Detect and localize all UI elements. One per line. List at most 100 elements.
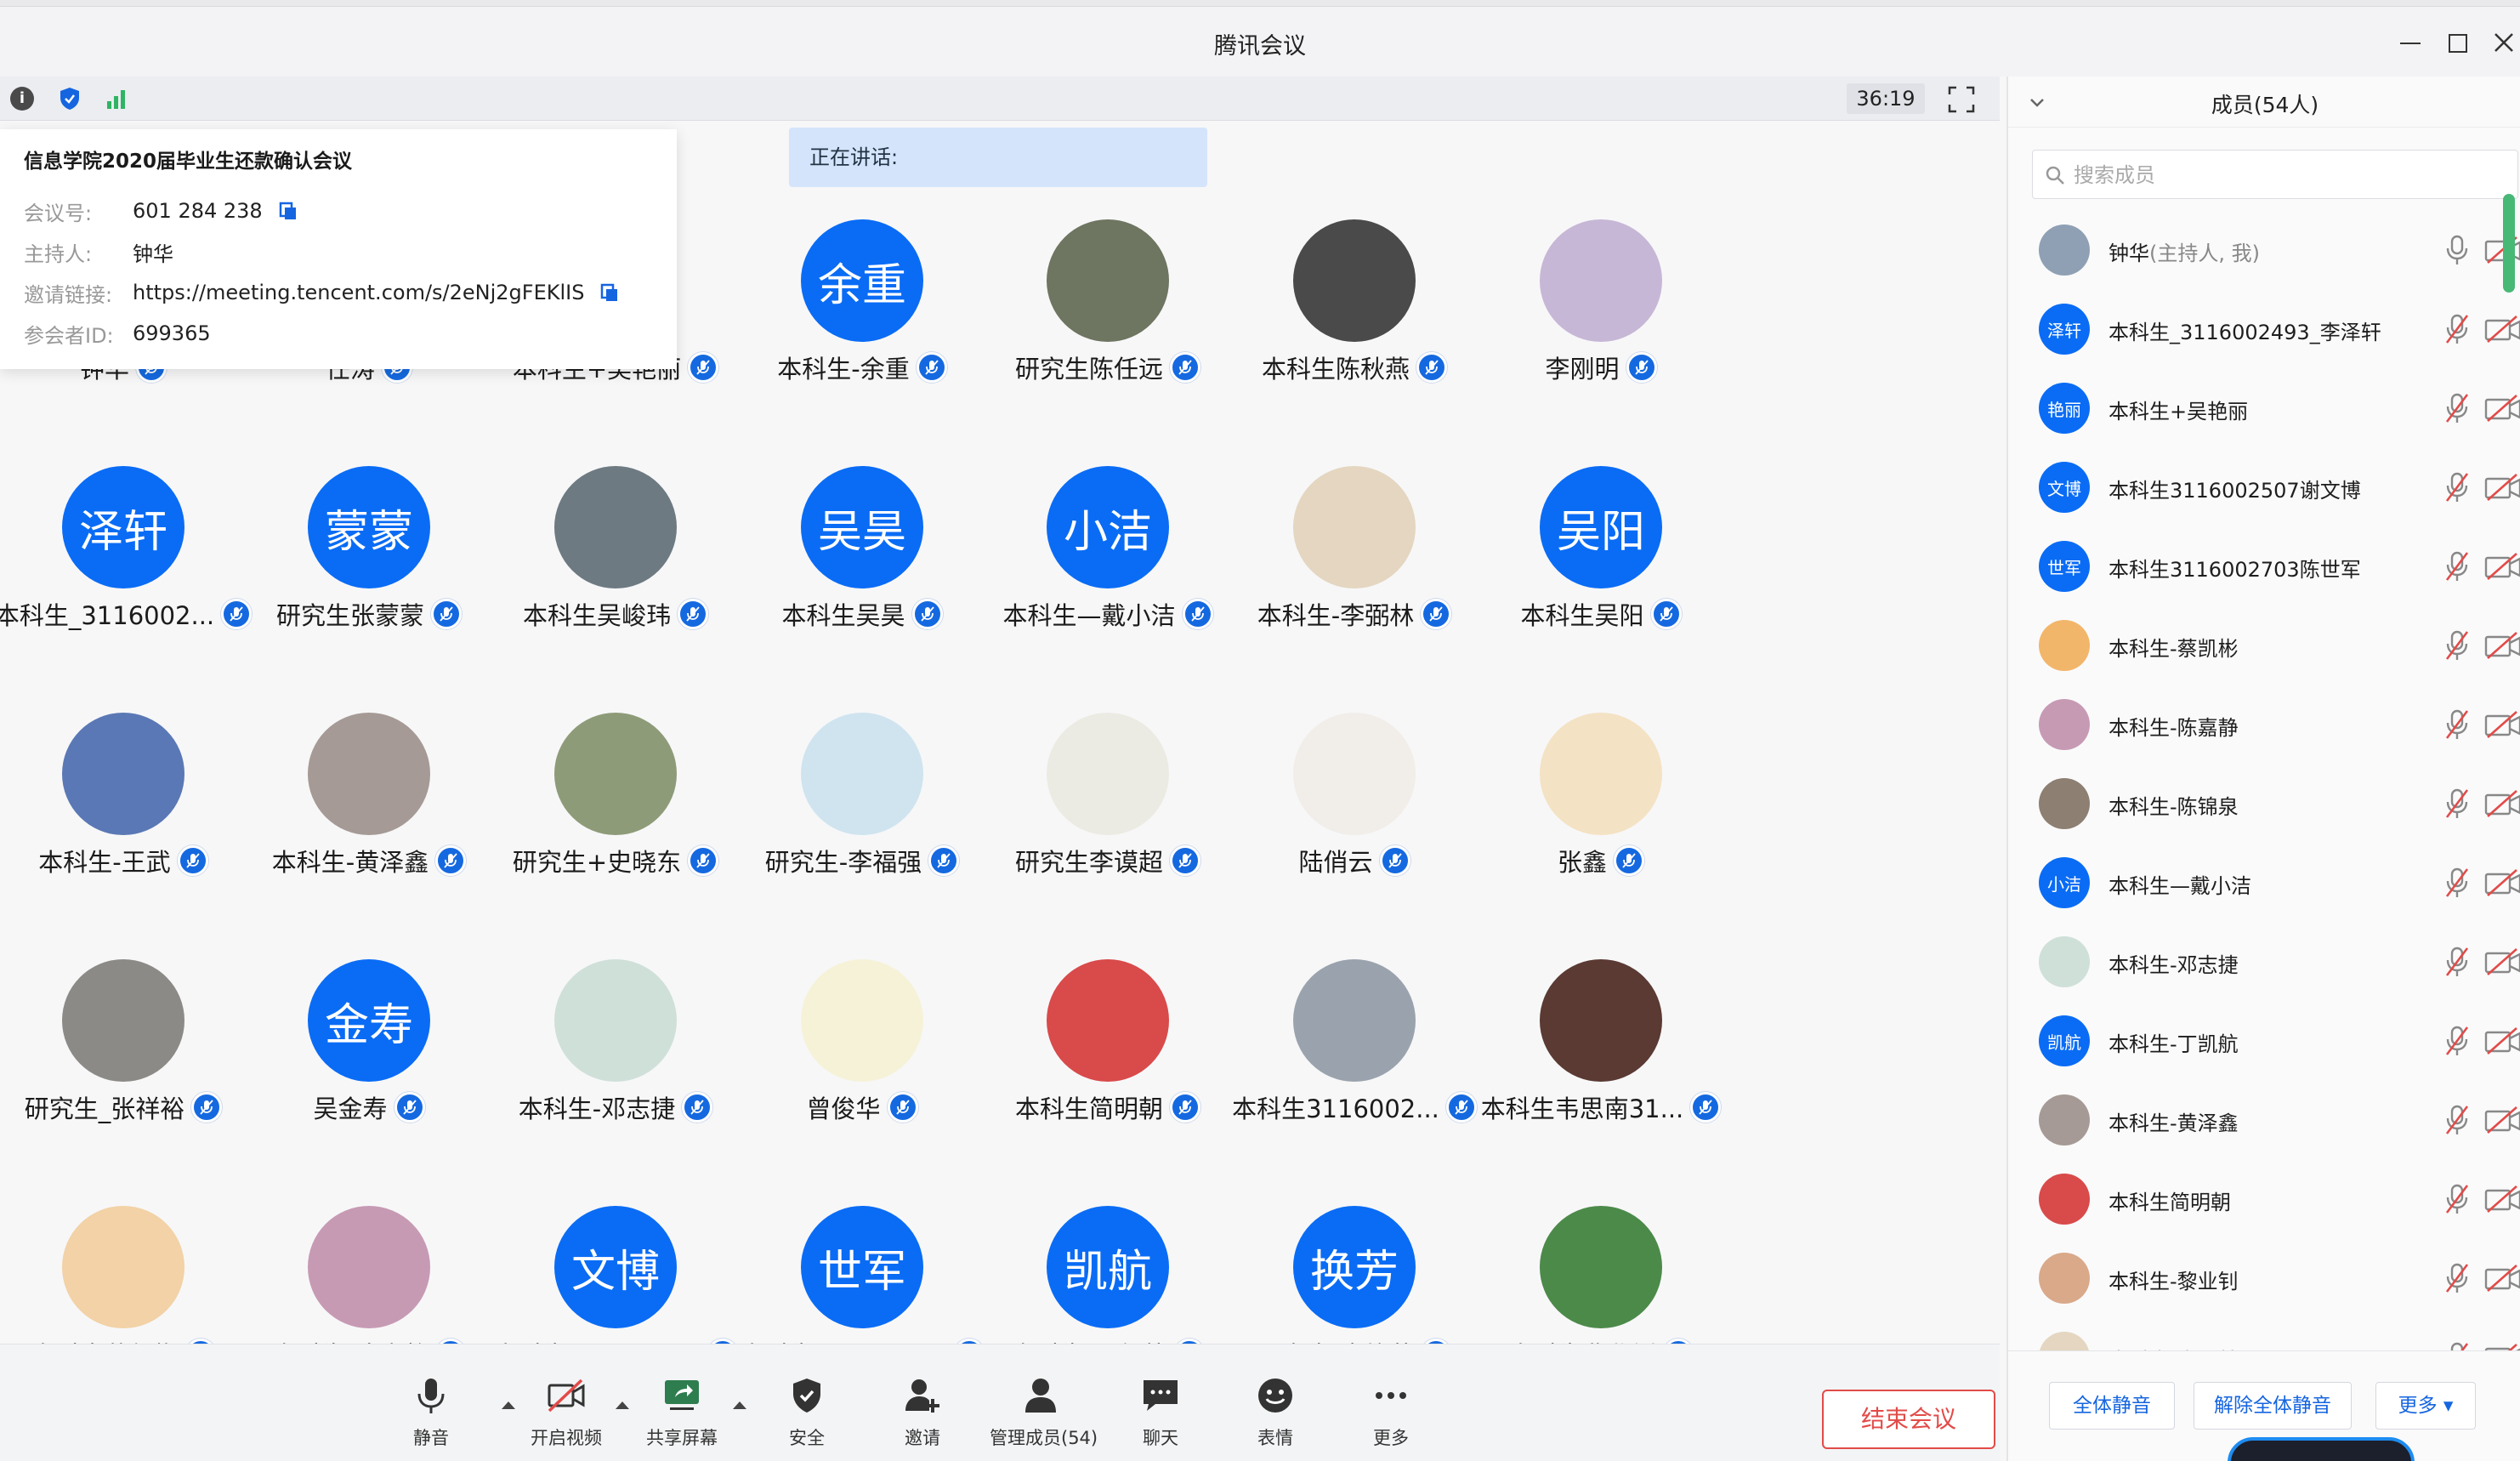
member-list-item[interactable]: 泽轩 本科生_3116002493_李泽轩 bbox=[2008, 292, 2520, 367]
caret-up-icon[interactable] bbox=[614, 1399, 631, 1411]
video-off-icon[interactable] bbox=[2484, 395, 2520, 422]
member-list-item[interactable]: 本科生-邓志捷 bbox=[2008, 924, 2520, 999]
muted-mic-icon[interactable] bbox=[2442, 787, 2472, 821]
fullscreen-button[interactable] bbox=[1947, 85, 1976, 114]
participant-tile[interactable]: 文博本科生3116002... bbox=[492, 1206, 739, 1344]
maximize-button[interactable] bbox=[2440, 26, 2474, 60]
participant-tile[interactable]: 本科生-陈嘉静 bbox=[246, 1206, 492, 1344]
participant-tile[interactable]: 李刚明 bbox=[1478, 219, 1724, 389]
security-status-button[interactable] bbox=[56, 85, 83, 112]
participant-tile[interactable]: 小洁 本科生—戴小洁 bbox=[985, 466, 1231, 636]
share-screen-button[interactable]: 共享屏幕 bbox=[631, 1375, 733, 1453]
muted-mic-icon[interactable] bbox=[2442, 1024, 2472, 1058]
member-list-item[interactable]: 本科生-陈嘉静 bbox=[2008, 687, 2520, 762]
microphone-icon[interactable] bbox=[2442, 233, 2472, 267]
muted-mic-icon[interactable] bbox=[2442, 470, 2472, 504]
unmute-all-button[interactable]: 解除全体静音 bbox=[2194, 1382, 2352, 1430]
participant-tile[interactable]: 换芳研究生-李焕芳 bbox=[1231, 1206, 1478, 1344]
participant-tile[interactable]: 泽轩 本科生_3116002... bbox=[0, 466, 253, 636]
emoji-button[interactable]: 表情 bbox=[1224, 1375, 1326, 1453]
floating-widget[interactable] bbox=[2228, 1437, 2415, 1461]
member-list-item[interactable]: 世军 本科生3116002703陈世军 bbox=[2008, 529, 2520, 604]
chat-button[interactable]: 聊天 bbox=[1110, 1375, 1212, 1453]
video-off-icon[interactable] bbox=[2484, 553, 2520, 580]
mute-all-button[interactable]: 全体静音 bbox=[2049, 1382, 2175, 1430]
muted-mic-icon[interactable] bbox=[2442, 1103, 2472, 1137]
participant-tile[interactable]: 本科生-王武 bbox=[0, 713, 247, 883]
video-off-icon[interactable] bbox=[2484, 316, 2520, 343]
participant-tile[interactable]: 研究生_张祥裕 bbox=[0, 959, 247, 1129]
video-off-icon[interactable] bbox=[2484, 632, 2520, 659]
muted-mic-icon[interactable] bbox=[2442, 945, 2472, 979]
copy-icon[interactable] bbox=[278, 201, 298, 221]
member-list-item[interactable]: 钟华(主持人, 我) bbox=[2008, 213, 2520, 287]
mute-button[interactable]: 静音 bbox=[380, 1375, 482, 1453]
participant-tile[interactable]: 本科生蔡凯彬 bbox=[0, 1206, 247, 1344]
participant-tile[interactable]: 研究生+史晓东 bbox=[492, 713, 739, 883]
member-list-item[interactable]: 凯航 本科生-丁凯航 bbox=[2008, 1003, 2520, 1078]
participant-tile[interactable]: 本科生黎业钊 bbox=[1478, 1206, 1724, 1344]
muted-mic-icon[interactable] bbox=[2442, 708, 2472, 742]
member-list-item[interactable]: 本科生-陈锦泉 bbox=[2008, 766, 2520, 841]
video-off-icon[interactable] bbox=[2484, 1185, 2520, 1213]
member-list-item[interactable]: 本科生-黎业钊 bbox=[2008, 1241, 2520, 1316]
video-off-icon[interactable] bbox=[2484, 474, 2520, 501]
security-button[interactable]: 安全 bbox=[756, 1375, 858, 1453]
member-list-item[interactable]: 本科生-蔡凯彬 bbox=[2008, 608, 2520, 683]
member-list-item[interactable]: 本科生-黄泽鑫 bbox=[2008, 1083, 2520, 1157]
muted-mic-icon[interactable] bbox=[2442, 1182, 2472, 1216]
member-list-item[interactable]: 艳丽 本科生+吴艳丽 bbox=[2008, 371, 2520, 446]
participant-tile[interactable]: 金寿 吴金寿 bbox=[246, 959, 492, 1129]
end-meeting-button[interactable]: 结束会议 bbox=[1822, 1390, 1995, 1449]
minimize-button[interactable] bbox=[2393, 26, 2427, 60]
video-off-icon[interactable] bbox=[2484, 1265, 2520, 1292]
manage-members-button[interactable]: 管理成员(54) bbox=[990, 1375, 1098, 1453]
participant-tile[interactable]: 凯航本科生-丁凯航 bbox=[985, 1206, 1231, 1344]
muted-mic-icon[interactable] bbox=[2442, 628, 2472, 662]
invite-button[interactable]: 邀请 bbox=[871, 1375, 973, 1453]
muted-mic-icon[interactable] bbox=[2442, 1261, 2472, 1295]
copy-icon[interactable] bbox=[599, 282, 620, 303]
member-search[interactable] bbox=[2032, 150, 2518, 199]
participant-tile[interactable]: 本科生-黄泽鑫 bbox=[246, 713, 492, 883]
network-signal-button[interactable] bbox=[104, 85, 131, 112]
participant-tile[interactable]: 蒙蒙 研究生张蒙蒙 bbox=[246, 466, 492, 636]
participant-tile[interactable]: 本科生-李弼林 bbox=[1231, 466, 1478, 636]
participant-tile[interactable]: 研究生-李福强 bbox=[739, 713, 985, 883]
member-list-item[interactable]: 小洁 本科生—戴小洁 bbox=[2008, 845, 2520, 920]
participant-tile[interactable]: 研究生陈任远 bbox=[985, 219, 1231, 389]
participant-tile[interactable]: 余重 本科生-余重 bbox=[739, 219, 985, 389]
muted-mic-icon[interactable] bbox=[2442, 312, 2472, 346]
participant-tile[interactable]: 世军本科生3116002... bbox=[739, 1206, 985, 1344]
muted-mic-icon[interactable] bbox=[2442, 866, 2472, 900]
muted-mic-icon[interactable] bbox=[2442, 549, 2472, 583]
start-video-button[interactable]: 开启视频 bbox=[515, 1375, 617, 1453]
muted-mic-icon[interactable] bbox=[2442, 391, 2472, 425]
video-off-icon[interactable] bbox=[2484, 1106, 2520, 1134]
participant-tile[interactable]: 研究生李谟超 bbox=[985, 713, 1231, 883]
caret-up-icon[interactable] bbox=[731, 1399, 748, 1411]
participant-tile[interactable]: 吴阳 本科生吴阳 bbox=[1478, 466, 1724, 636]
member-list-item[interactable]: 本科生简明朝 bbox=[2008, 1162, 2520, 1236]
close-button[interactable] bbox=[2487, 26, 2520, 60]
members-more-button[interactable]: 更多 ▾ bbox=[2375, 1382, 2476, 1430]
info-button[interactable]: i bbox=[9, 85, 36, 112]
participant-tile[interactable]: 吴昊 本科生吴昊 bbox=[739, 466, 985, 636]
participant-tile[interactable]: 本科生陈秋燕 bbox=[1231, 219, 1478, 389]
video-off-icon[interactable] bbox=[2484, 711, 2520, 738]
member-list-scrollbar[interactable] bbox=[2503, 194, 2515, 293]
video-off-icon[interactable] bbox=[2484, 790, 2520, 817]
participant-tile[interactable]: 本科生-邓志捷 bbox=[492, 959, 739, 1129]
participant-tile[interactable]: 本科生韦思南31... bbox=[1478, 959, 1724, 1129]
video-off-icon[interactable] bbox=[2484, 1027, 2520, 1055]
participant-tile[interactable]: 本科生吴峻玮 bbox=[492, 466, 739, 636]
invite-link-value[interactable]: https://meeting.tencent.com/s/2eNj2gFEKl… bbox=[133, 281, 584, 304]
participant-tile[interactable]: 曾俊华 bbox=[739, 959, 985, 1129]
participant-tile[interactable]: 本科生3116002... bbox=[1231, 959, 1478, 1129]
participant-tile[interactable]: 陆俏云 bbox=[1231, 713, 1478, 883]
member-search-input[interactable] bbox=[2074, 159, 2499, 191]
participant-tile[interactable]: 本科生简明朝 bbox=[985, 959, 1231, 1129]
caret-up-icon[interactable] bbox=[500, 1399, 517, 1411]
video-off-icon[interactable] bbox=[2484, 948, 2520, 975]
more-button[interactable]: 更多 bbox=[1340, 1375, 1442, 1453]
